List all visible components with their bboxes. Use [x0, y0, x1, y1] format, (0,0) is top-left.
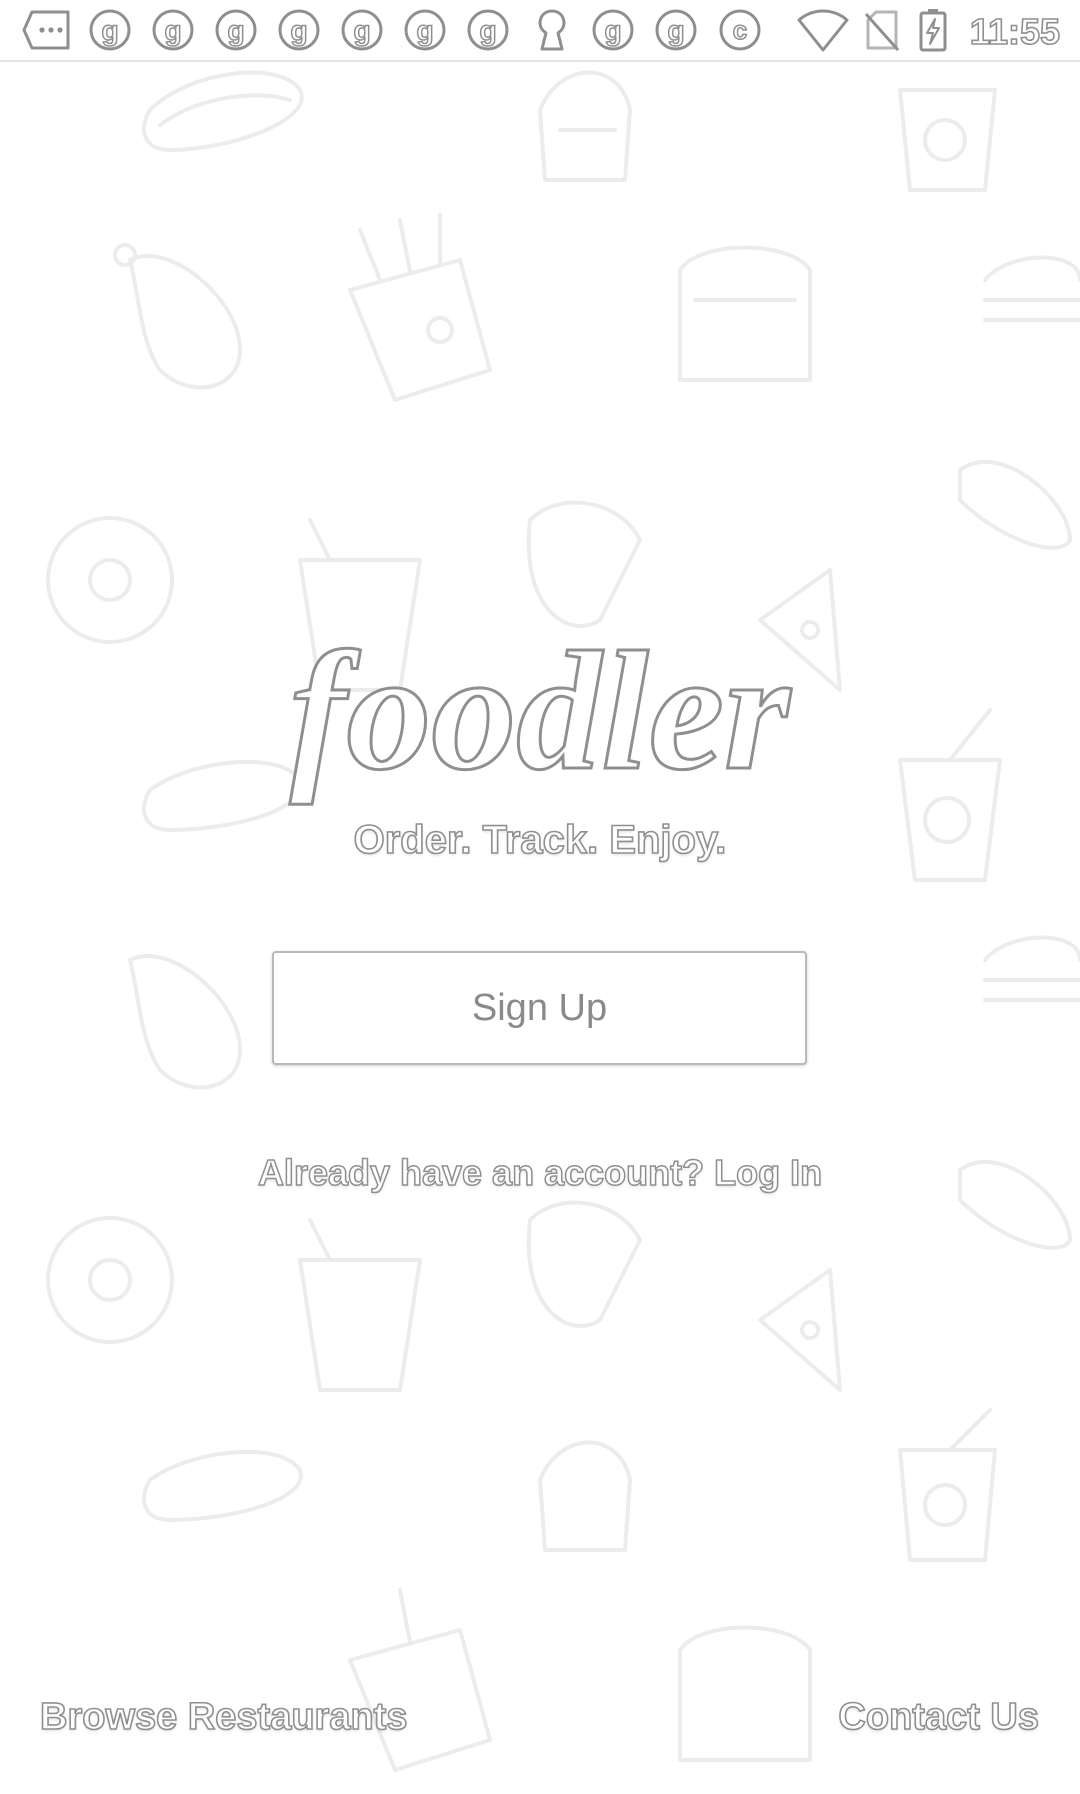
notification-g-icon: g [465, 8, 511, 52]
hotdog-icon [958, 460, 1072, 550]
svg-text:g: g [101, 15, 118, 46]
food-pattern-background [0, 62, 1080, 1794]
more-icon [22, 8, 72, 52]
notification-g-icon: g [276, 8, 322, 52]
logo-text: foodler [290, 620, 792, 805]
svg-text:g: g [416, 15, 433, 46]
chicken-leg-icon [113, 243, 242, 390]
sign-up-button[interactable]: Sign Up [272, 951, 807, 1065]
bread-icon [538, 70, 632, 182]
notification-g-icon: g [339, 8, 385, 52]
svg-text:c: c [733, 15, 747, 45]
browse-restaurants-link[interactable]: Browse Restaurants [39, 1695, 408, 1739]
notification-g-icon: g [87, 8, 133, 52]
svg-text:g: g [227, 15, 244, 46]
notification-g-icon: g [213, 8, 259, 52]
svg-text:g: g [353, 15, 370, 46]
log-in-link[interactable]: Already have an account? Log In [0, 1151, 1080, 1194]
sandwich-icon [678, 245, 812, 382]
tagline: Order. Track. Enjoy. [353, 817, 727, 863]
fries-icon [348, 213, 492, 402]
burger-icon [983, 255, 1080, 322]
takeout-box-icon [298, 1218, 422, 1392]
notification-g-icon: g [150, 8, 196, 52]
donut-icon [46, 516, 174, 644]
sandwich-icon [678, 1625, 812, 1762]
foodler-logo: foodler [180, 620, 900, 820]
sub-sandwich-icon [526, 500, 642, 628]
svg-text:g: g [479, 15, 496, 46]
status-bar: g g g g g g g g g c 11:55 [0, 0, 1080, 62]
svg-text:g: g [164, 15, 181, 46]
keyhole-icon [535, 8, 569, 52]
battery-charging-icon [918, 8, 948, 52]
notification-g-icon: g [590, 8, 636, 52]
fries-icon [348, 1588, 492, 1772]
wifi-icon [797, 8, 849, 52]
svg-text:g: g [667, 15, 684, 46]
status-time: 11:55 [969, 10, 1061, 53]
notification-g-icon: g [653, 8, 699, 52]
copyright-icon: c [718, 8, 762, 52]
svg-text:g: g [604, 15, 621, 46]
no-sim-icon [864, 8, 900, 52]
bread-icon [538, 1440, 632, 1552]
hotdog-icon [142, 1449, 303, 1522]
cup-icon [898, 88, 997, 192]
sub-sandwich-icon [526, 1200, 642, 1328]
pizza-slice-icon [758, 1268, 842, 1392]
burger-icon [983, 935, 1080, 1002]
cup-icon [898, 1408, 997, 1562]
chicken-leg-icon [128, 954, 242, 1090]
hotdog-icon [142, 70, 304, 152]
contact-us-link[interactable]: Contact Us [838, 1695, 1040, 1739]
svg-text:g: g [290, 15, 307, 46]
donut-icon [46, 1216, 174, 1344]
notification-g-icon: g [402, 8, 448, 52]
